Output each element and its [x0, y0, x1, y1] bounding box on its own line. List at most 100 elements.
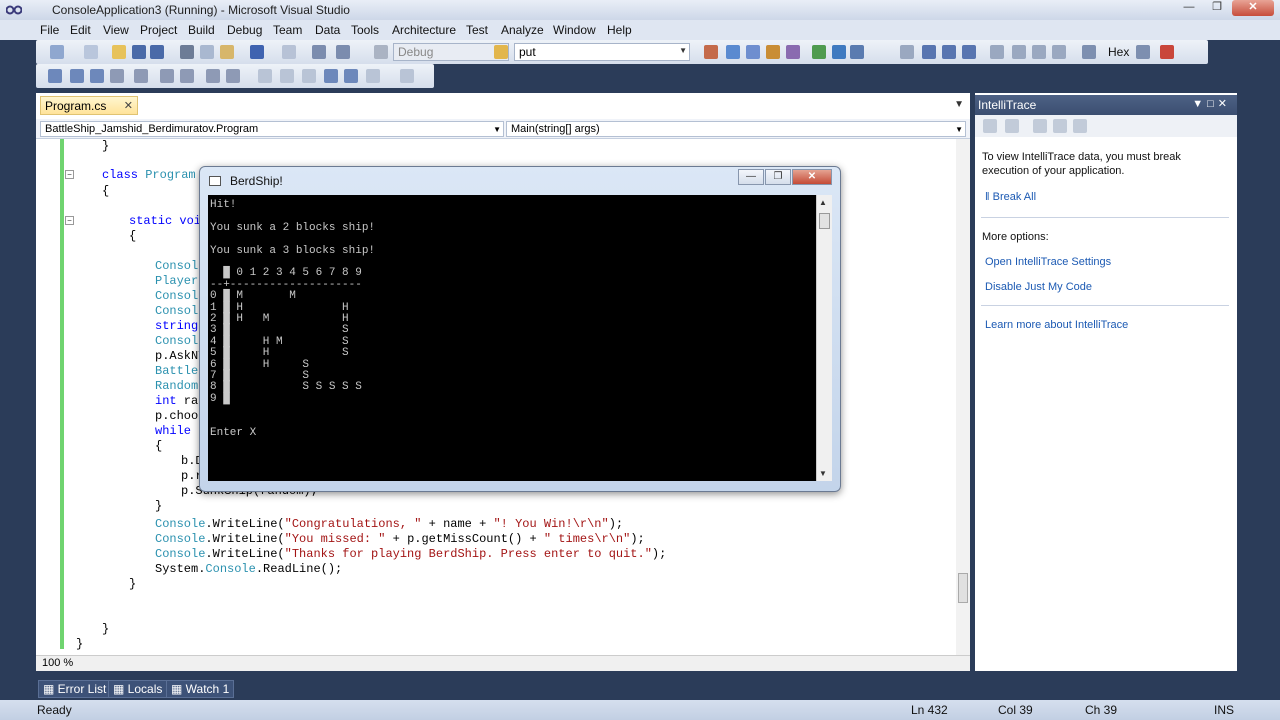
- find-in-files-icon[interactable]: [494, 45, 508, 59]
- solution-explorer-icon[interactable]: [726, 45, 740, 59]
- find-combo[interactable]: put ▼: [514, 43, 690, 61]
- member-dropdown[interactable]: Main(string[] args) ▼: [506, 121, 966, 137]
- extension-manager-icon[interactable]: [812, 45, 826, 59]
- menu-window[interactable]: Window: [553, 23, 596, 37]
- save-all-icon[interactable]: [150, 45, 164, 59]
- break-all-link[interactable]: ‖ Break All: [985, 191, 1036, 203]
- next-bookmark-in-folder-icon[interactable]: [344, 69, 358, 83]
- properties-icon[interactable]: [746, 45, 760, 59]
- parameter-info-icon[interactable]: [70, 69, 84, 83]
- previous-bookmark-icon[interactable]: [280, 69, 294, 83]
- clear-bookmarks-icon[interactable]: [366, 69, 380, 83]
- close-tab-icon[interactable]: ✕: [124, 99, 133, 112]
- uncomment-icon[interactable]: [206, 69, 220, 83]
- display-object-member-list-icon[interactable]: [48, 69, 62, 83]
- continue-icon[interactable]: [900, 45, 914, 59]
- break-all-icon[interactable]: [922, 45, 936, 59]
- scroll-down-icon[interactable]: ▼: [819, 469, 827, 478]
- open-intellitrace-settings-link[interactable]: Open IntelliTrace Settings: [985, 256, 1111, 268]
- copy-icon[interactable]: [200, 45, 214, 59]
- outdent-icon[interactable]: [134, 69, 148, 83]
- minimize-button[interactable]: —: [1176, 0, 1202, 16]
- save-icon[interactable]: [132, 45, 146, 59]
- scrollbar-thumb[interactable]: [958, 573, 968, 603]
- console-window[interactable]: BerdShip! — ❐ ✕ Hit! You sunk a 2 blocks …: [199, 166, 841, 492]
- toggle-bookmark-icon[interactable]: [258, 69, 272, 83]
- menu-view[interactable]: View: [103, 23, 129, 37]
- team-explorer-icon[interactable]: [832, 45, 846, 59]
- menu-edit[interactable]: Edit: [70, 23, 91, 37]
- restart-icon[interactable]: [962, 45, 976, 59]
- show-next-statement-icon[interactable]: [990, 45, 1004, 59]
- collapse-method-icon[interactable]: −: [65, 216, 74, 225]
- console-scroll-thumb[interactable]: [819, 213, 830, 229]
- menu-help[interactable]: Help: [607, 23, 632, 37]
- start-debugging-icon[interactable]: [374, 45, 388, 59]
- scroll-up-icon[interactable]: ▲: [819, 198, 827, 207]
- learn-more-link[interactable]: Learn more about IntelliTrace: [985, 319, 1128, 331]
- zoom-level[interactable]: 100 %: [42, 657, 73, 669]
- menu-tools[interactable]: Tools: [351, 23, 379, 37]
- find-symbol-icon[interactable]: [704, 45, 718, 59]
- navigate-forward-icon[interactable]: [336, 45, 350, 59]
- navigate-backward-icon[interactable]: [312, 45, 326, 59]
- step-into-icon[interactable]: [1012, 45, 1026, 59]
- complete-word-icon[interactable]: [110, 69, 124, 83]
- menu-build[interactable]: Build: [188, 23, 215, 37]
- bookmark-icon[interactable]: [226, 69, 240, 83]
- console-close-button[interactable]: ✕: [792, 169, 832, 185]
- settings-icon[interactable]: [1073, 119, 1087, 133]
- menu-file[interactable]: File: [40, 23, 59, 37]
- toolbar-options-icon[interactable]: [400, 69, 414, 83]
- find-icon[interactable]: [1082, 45, 1096, 59]
- type-dropdown[interactable]: BattleShip_Jamshid_Berdimuratov.Program …: [40, 121, 504, 137]
- collapse-class-icon[interactable]: −: [65, 170, 74, 179]
- close-button[interactable]: ✕: [1232, 0, 1274, 16]
- calls-view-icon[interactable]: [1005, 119, 1019, 133]
- tab-error-list[interactable]: ▦ Error List: [38, 680, 112, 698]
- step-out-icon[interactable]: [1052, 45, 1066, 59]
- console-output[interactable]: Hit! You sunk a 2 blocks ship! You sunk a …: [208, 195, 832, 481]
- menu-analyze[interactable]: Analyze: [501, 23, 544, 37]
- tab-dropdown-icon[interactable]: ▼: [954, 99, 964, 110]
- pane-controls-icon[interactable]: ▼□✕: [1192, 97, 1231, 110]
- previous-bookmark-in-folder-icon[interactable]: [324, 69, 338, 83]
- open-folder-icon[interactable]: [112, 45, 126, 59]
- console-scrollbar[interactable]: ▲ ▼: [816, 195, 832, 481]
- paste-icon[interactable]: [220, 45, 234, 59]
- cut-icon[interactable]: [180, 45, 194, 59]
- editor-horizontal-scrollbar[interactable]: 100 %: [36, 655, 970, 671]
- toolbox-icon[interactable]: [786, 45, 800, 59]
- console-minimize-button[interactable]: —: [738, 169, 764, 185]
- editor-vertical-scrollbar[interactable]: [956, 139, 970, 657]
- tab-program-cs[interactable]: Program.cs ✕: [40, 96, 138, 115]
- layout-icon[interactable]: [850, 45, 864, 59]
- object-browser-icon[interactable]: [766, 45, 780, 59]
- menu-team[interactable]: Team: [273, 23, 302, 37]
- disable-just-my-code-link[interactable]: Disable Just My Code: [985, 281, 1092, 293]
- filter-icon[interactable]: [1033, 119, 1047, 133]
- console-restore-button[interactable]: ❐: [765, 169, 791, 185]
- redo-icon[interactable]: [282, 45, 296, 59]
- step-over-icon[interactable]: [1032, 45, 1046, 59]
- solution-configuration-select[interactable]: Debug▼: [393, 43, 509, 61]
- menu-test[interactable]: Test: [466, 23, 488, 37]
- restore-button[interactable]: ❐: [1204, 0, 1230, 16]
- menu-architecture[interactable]: Architecture: [392, 23, 456, 37]
- menu-debug[interactable]: Debug: [227, 23, 262, 37]
- hex-toggle[interactable]: Hex: [1108, 45, 1129, 59]
- new-project-icon[interactable]: [50, 45, 64, 59]
- list-view-icon[interactable]: [983, 119, 997, 133]
- stop-debugging-icon[interactable]: [942, 45, 956, 59]
- undo-icon[interactable]: [250, 45, 264, 59]
- menu-project[interactable]: Project: [140, 23, 177, 37]
- tab-watch-1[interactable]: ▦ Watch 1: [166, 680, 235, 698]
- tab-locals[interactable]: ▦ Locals: [108, 680, 168, 698]
- next-bookmark-icon[interactable]: [302, 69, 316, 83]
- indent-icon[interactable]: [160, 69, 174, 83]
- quick-info-icon[interactable]: [90, 69, 104, 83]
- add-item-icon[interactable]: [84, 45, 98, 59]
- comment-icon[interactable]: [180, 69, 194, 83]
- menu-data[interactable]: Data: [315, 23, 340, 37]
- stack-frame-icon[interactable]: [1160, 45, 1174, 59]
